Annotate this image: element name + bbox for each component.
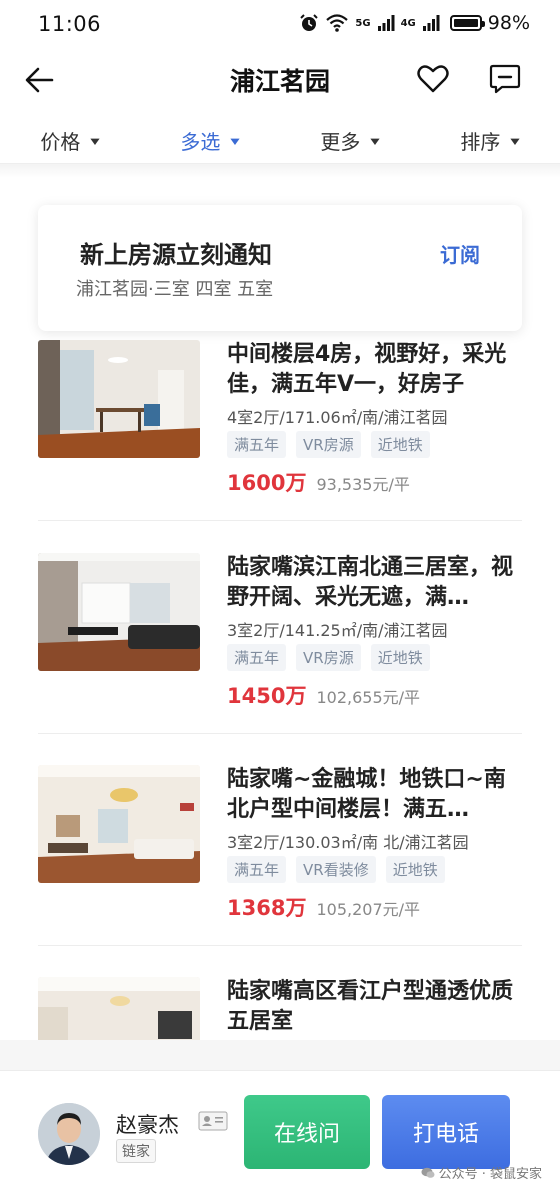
wechat-icon bbox=[421, 1167, 435, 1178]
tag-chip: 近地铁 bbox=[370, 431, 430, 458]
listing-title: 陆家嘴~金融城！地铁口~南北户型中间楼层！满五… bbox=[227, 767, 506, 822]
tag-chip: VR看装修 bbox=[296, 856, 376, 883]
battery-icon bbox=[449, 15, 485, 31]
filter-bar: 价格 ▼ 多选 ▼ 更多 ▼ 排序 ▼ bbox=[0, 118, 560, 164]
listing-unit-price: 93,535元/平 bbox=[316, 475, 410, 494]
price-row: 1600万 93,535元/平 bbox=[227, 467, 410, 497]
heart-icon[interactable] bbox=[416, 62, 450, 96]
listing-item[interactable]: 陆家嘴高区看江户型通透优质五居室 bbox=[38, 977, 522, 1040]
listing-title: 中间楼层4房，视野好，采光佳，满五年V一，好房子 bbox=[227, 342, 507, 397]
watermark: 公众号 · 袋鼠安家 bbox=[421, 1163, 542, 1182]
nav-bar: 浦江茗园 bbox=[0, 52, 560, 108]
tag-chip: VR房源 bbox=[296, 644, 361, 671]
chevron-down-icon: ▼ bbox=[90, 135, 100, 146]
call-button[interactable]: 打电话 bbox=[382, 1095, 510, 1169]
listing-price: 1600万 bbox=[227, 471, 307, 495]
status-icons: 5G 4G 98% bbox=[299, 12, 530, 34]
chevron-down-icon: ▼ bbox=[230, 135, 240, 146]
tag-chip: 满五年 bbox=[227, 644, 287, 671]
agent-company-badge: 链家 bbox=[116, 1139, 156, 1163]
listing-photo bbox=[38, 340, 200, 458]
online-chat-button[interactable]: 在线问 bbox=[244, 1095, 370, 1169]
divider bbox=[38, 945, 522, 946]
listing-item[interactable]: 中间楼层4房，视野好，采光佳，满五年V一，好房子 4室2厅/171.06㎡/南/… bbox=[38, 340, 522, 520]
agent-bar: 赵豪杰 链家 在线问 打电话 公众号 · 袋鼠安家 bbox=[0, 1070, 560, 1193]
listing-item[interactable]: 陆家嘴滨江南北通三居室，视野开阔、采光无遮，满… 3室2厅/141.25㎡/南/… bbox=[38, 553, 522, 733]
network-5g-label: 5G bbox=[355, 17, 371, 29]
price-row: 1368万 105,207元/平 bbox=[227, 892, 420, 922]
subscribe-card: 新上房源立刻通知 浦江茗园·三室 四室 五室 订阅 bbox=[38, 205, 522, 331]
filter-multi-select[interactable]: 多选 ▼ bbox=[180, 126, 239, 155]
filter-price[interactable]: 价格 ▼ bbox=[40, 126, 99, 155]
listing-photo bbox=[38, 977, 200, 1040]
watermark-text: 公众号 · 袋鼠安家 bbox=[438, 1167, 542, 1182]
subscribe-title: 新上房源立刻通知 bbox=[80, 241, 272, 269]
filter-more-label: 更多 bbox=[320, 130, 361, 154]
subscribe-button[interactable]: 订阅 bbox=[440, 239, 480, 268]
chat-icon[interactable] bbox=[488, 62, 522, 96]
chevron-down-icon: ▼ bbox=[370, 135, 380, 146]
wifi-icon bbox=[326, 14, 349, 32]
listing-tags: 满五年 VR房源 近地铁 bbox=[227, 644, 430, 671]
listing-meta: 3室2厅/130.03㎡/南 北/浦江茗园 bbox=[227, 833, 469, 852]
divider bbox=[38, 520, 522, 521]
avatar[interactable] bbox=[38, 1103, 100, 1165]
tag-chip: 近地铁 bbox=[370, 644, 430, 671]
listing-photo bbox=[38, 553, 200, 671]
status-bar: 11:06 5G 4G 98% bbox=[0, 0, 560, 50]
listing-title: 陆家嘴高区看江户型通透优质五居室 bbox=[227, 979, 514, 1034]
status-time: 11:06 bbox=[38, 12, 102, 36]
filter-sort-label: 排序 bbox=[460, 130, 501, 154]
divider bbox=[38, 733, 522, 734]
alarm-icon bbox=[300, 14, 319, 31]
tag-chip: 满五年 bbox=[227, 856, 287, 883]
filter-more[interactable]: 更多 ▼ bbox=[320, 126, 379, 155]
id-card-icon bbox=[198, 1111, 228, 1131]
listing-meta: 4室2厅/171.06㎡/南/浦江茗园 bbox=[227, 408, 448, 427]
listing-unit-price: 102,655元/平 bbox=[316, 688, 421, 707]
listing-meta: 3室2厅/141.25㎡/南/浦江茗园 bbox=[227, 621, 448, 640]
agent-name: 赵豪杰 bbox=[116, 1113, 179, 1137]
filter-shadow bbox=[0, 164, 560, 178]
listing-unit-price: 105,207元/平 bbox=[316, 900, 421, 919]
listing-tags: 满五年 VR房源 近地铁 bbox=[227, 431, 430, 458]
listing-price: 1450万 bbox=[227, 684, 307, 708]
page-title: 浦江茗园 bbox=[229, 67, 330, 96]
battery-percent: 98% bbox=[487, 12, 530, 34]
bottom-fade bbox=[0, 1040, 560, 1070]
chevron-down-icon: ▼ bbox=[510, 135, 520, 146]
listing-photo bbox=[38, 765, 200, 883]
tag-chip: 满五年 bbox=[227, 431, 287, 458]
filter-sort[interactable]: 排序 ▼ bbox=[460, 126, 519, 155]
filter-multi-select-label: 多选 bbox=[180, 130, 221, 154]
network-4g-label: 4G bbox=[400, 17, 416, 29]
listing-price: 1368万 bbox=[227, 896, 307, 920]
tag-chip: 近地铁 bbox=[385, 856, 445, 883]
listing-tags: 满五年 VR看装修 近地铁 bbox=[227, 856, 445, 883]
listing-title: 陆家嘴滨江南北通三居室，视野开阔、采光无遮，满… bbox=[227, 555, 514, 610]
filter-price-label: 价格 bbox=[40, 130, 81, 154]
subscribe-subtitle: 浦江茗园·三室 四室 五室 bbox=[76, 279, 274, 300]
signal-icon-2 bbox=[422, 15, 440, 31]
price-row: 1450万 102,655元/平 bbox=[227, 680, 420, 710]
signal-icon bbox=[377, 15, 395, 31]
tag-chip: VR房源 bbox=[296, 431, 361, 458]
listing-item[interactable]: 陆家嘴~金融城！地铁口~南北户型中间楼层！满五… 3室2厅/130.03㎡/南 … bbox=[38, 765, 522, 945]
